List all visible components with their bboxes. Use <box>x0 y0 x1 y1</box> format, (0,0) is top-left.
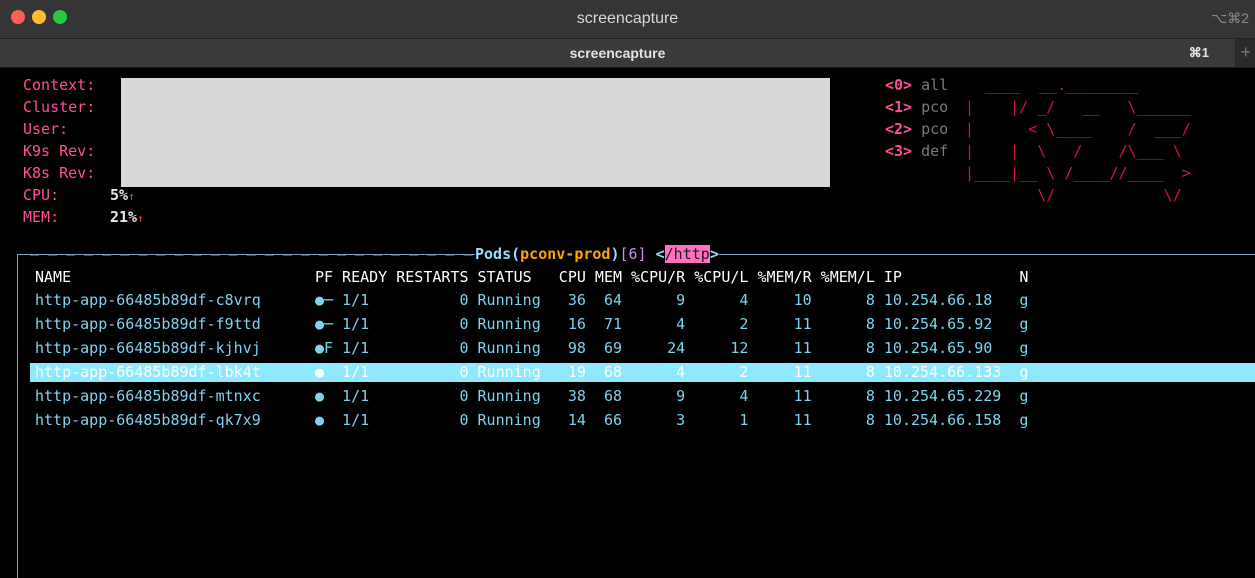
context-shortcut-0[interactable]: <0> all <box>885 76 948 94</box>
table-row-selected[interactable]: http-app-66485b89df-lbk4t ● 1/1 0 Runnin… <box>35 363 1028 381</box>
k9s-logo-line-6: \/ \/ <box>965 186 1182 204</box>
window-title: screencapture <box>576 10 679 27</box>
context-shortcut-2[interactable]: <2> pco <box>885 120 948 138</box>
mem-trend-icon: ↑ <box>137 212 144 225</box>
mem-label: MEM: <box>23 208 60 226</box>
panel-namespace: pconv-prod <box>520 245 611 263</box>
tab-title: screencapture <box>569 45 666 61</box>
mem-stat: 21%↑ <box>110 208 144 228</box>
k9s-logo-line-4: | | \ / /\___ \ <box>965 142 1182 160</box>
cpu-stat: 5%↑ <box>110 186 135 206</box>
panel-count: [6] <box>619 245 647 263</box>
context-shortcut-3[interactable]: <3> def <box>885 142 948 160</box>
k9s-logo-line-3: | < \____ / ___/ <box>965 120 1191 138</box>
table-row[interactable]: http-app-66485b89df-qk7x9 ● 1/1 0 Runnin… <box>35 411 1028 429</box>
user-label: User: <box>23 120 69 138</box>
cpu-value: 5% <box>110 186 129 204</box>
window-shortcut: ⌥⌘2 <box>1211 10 1249 26</box>
mem-value: 21% <box>110 208 138 226</box>
table-row[interactable]: http-app-66485b89df-c8vrq ●─ 1/1 0 Runni… <box>35 291 1028 309</box>
context-shortcut-1[interactable]: <1> pco <box>885 98 948 116</box>
k9s-logo-line-5: |____|__ \ /____//____ > <box>965 164 1191 182</box>
window-titlebar: screencapture ⌥⌘2 <box>0 0 1255 39</box>
k9s-rev-label: K9s Rev: <box>23 142 96 160</box>
tab-shortcut: ⌘1 <box>1188 45 1209 60</box>
table-row[interactable]: http-app-66485b89df-f9ttd ●─ 1/1 0 Runni… <box>35 315 1028 333</box>
tab-bar: screencapture ⌘1 + <box>0 39 1255 68</box>
panel-filter: /http <box>664 245 710 263</box>
cluster-label: Cluster: <box>23 98 96 116</box>
terminal-view[interactable]: Context: Cluster: User: K9s Rev: K8s Rev… <box>0 68 1255 578</box>
new-tab-button[interactable]: + <box>1240 42 1251 63</box>
context-label: Context: <box>23 76 96 94</box>
redacted-area <box>121 78 830 187</box>
k9s-logo-line-2: | |/ _/ __ \______ <box>965 98 1191 116</box>
table-row[interactable]: http-app-66485b89df-kjhvj ●F 1/1 0 Runni… <box>35 339 1028 357</box>
table-header: NAME PF READY RESTARTS STATUS CPU MEM %C… <box>35 268 1029 286</box>
panel-title: Pods(pconv-prod)[6] </http> <box>475 245 719 263</box>
k9s-logo-line-1: ____ __.________ <box>985 76 1139 94</box>
tab-screencapture[interactable]: screencapture ⌘1 <box>0 39 1235 67</box>
panel-resource: Pods <box>475 245 512 263</box>
cpu-label: CPU: <box>23 186 60 204</box>
k8s-rev-label: K8s Rev: <box>23 164 96 182</box>
cpu-trend-icon: ↑ <box>128 190 135 203</box>
table-row[interactable]: http-app-66485b89df-mtnxc ● 1/1 0 Runnin… <box>35 387 1028 405</box>
